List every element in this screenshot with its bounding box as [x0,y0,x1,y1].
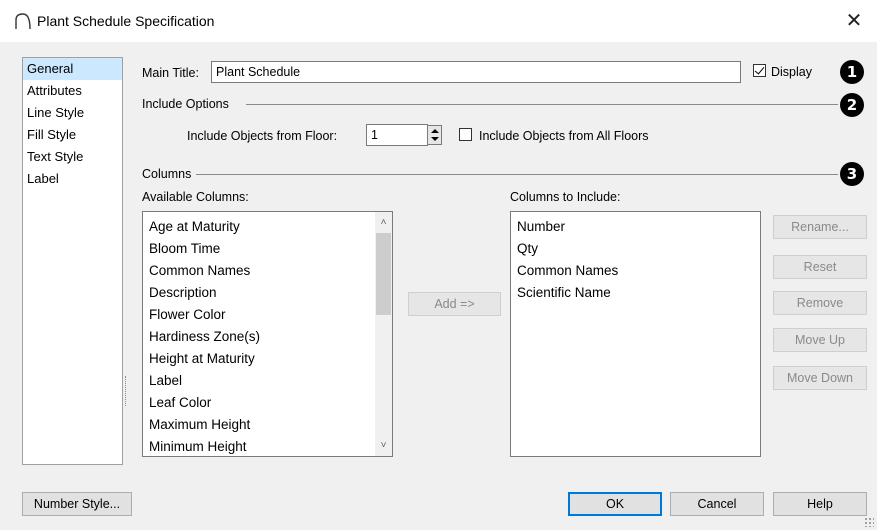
nav-item-attributes[interactable]: Attributes [23,80,122,102]
list-item[interactable]: Height at Maturity [143,348,392,370]
spin-up-icon[interactable] [431,129,439,133]
available-columns-scrollbar[interactable]: ˄ ˅ [375,212,392,456]
app-arch-icon [15,13,31,30]
list-item[interactable]: Flower Color [143,304,392,326]
list-item[interactable]: Leaf Color [143,392,392,414]
available-columns-label: Available Columns: [142,190,249,204]
scroll-thumb[interactable] [376,233,391,315]
callout-badge-1: 1 [840,60,864,84]
resize-grip-icon[interactable] [864,517,874,527]
panel-splitter[interactable] [125,376,128,406]
list-item[interactable]: Bloom Time [143,238,392,260]
columns-divider [196,174,838,175]
scroll-down-icon[interactable]: ˅ [375,437,392,454]
display-checkbox[interactable] [753,64,766,77]
spin-down-icon[interactable] [431,137,439,141]
nav-item-fill-style[interactable]: Fill Style [23,124,122,146]
columns-to-include-label: Columns to Include: [510,190,621,204]
list-item[interactable]: Number [511,216,760,238]
window-title: Plant Schedule Specification [37,13,215,29]
add-column-button[interactable]: Add => [408,292,501,316]
ok-button[interactable]: OK [568,492,662,516]
nav-item-general[interactable]: General [23,58,122,80]
main-title-input[interactable]: Plant Schedule [211,61,741,83]
nav-item-label[interactable]: Label [23,168,122,190]
number-style-button[interactable]: Number Style... [22,492,132,516]
floor-label: Include Objects from Floor: [187,129,338,143]
rename-button[interactable]: Rename... [773,215,867,239]
display-label: Display [771,65,812,79]
list-item[interactable]: Label [143,370,392,392]
include-options-group-label: Include Options [142,97,229,111]
nav-item-line-style[interactable]: Line Style [23,102,122,124]
include-options-divider [246,104,838,105]
list-item[interactable]: Hardiness Zone(s) [143,326,392,348]
floor-number-input[interactable]: 1 [366,124,428,146]
reset-button[interactable]: Reset [773,255,867,279]
move-down-button[interactable]: Move Down [773,366,867,390]
list-item[interactable]: Common Names [511,260,760,282]
move-up-button[interactable]: Move Up [773,328,867,352]
checkmark-icon [754,64,765,75]
list-item[interactable]: Maximum Height [143,414,392,436]
included-columns-list[interactable]: Number Qty Common Names Scientific Name [510,211,761,457]
columns-group-label: Columns [142,167,192,181]
nav-item-text-style[interactable]: Text Style [23,146,122,168]
available-columns-list[interactable]: Age at Maturity Bloom Time Common Names … [142,211,393,457]
category-nav: General Attributes Line Style Fill Style… [22,57,123,465]
floor-spinner[interactable] [427,125,442,145]
help-button[interactable]: Help [773,492,867,516]
list-item[interactable]: Scientific Name [511,282,760,304]
main-title-label: Main Title: [142,66,199,80]
title-bar: Plant Schedule Specification ✕ [0,0,877,42]
callout-badge-3: 3 [840,162,864,186]
list-item[interactable]: Qty [511,238,760,260]
scroll-up-icon[interactable]: ˄ [375,214,392,231]
plant-schedule-dialog: Plant Schedule Specification ✕ General A… [0,0,877,530]
callout-badge-2: 2 [840,93,864,117]
cancel-button[interactable]: Cancel [670,492,764,516]
list-item[interactable]: Minimum Height [143,436,392,458]
all-floors-label: Include Objects from All Floors [479,129,649,143]
list-item[interactable]: Description [143,282,392,304]
remove-button[interactable]: Remove [773,291,867,315]
all-floors-checkbox[interactable] [459,128,472,141]
list-item[interactable]: Common Names [143,260,392,282]
list-item[interactable]: Age at Maturity [143,216,392,238]
close-button[interactable]: ✕ [841,8,867,34]
